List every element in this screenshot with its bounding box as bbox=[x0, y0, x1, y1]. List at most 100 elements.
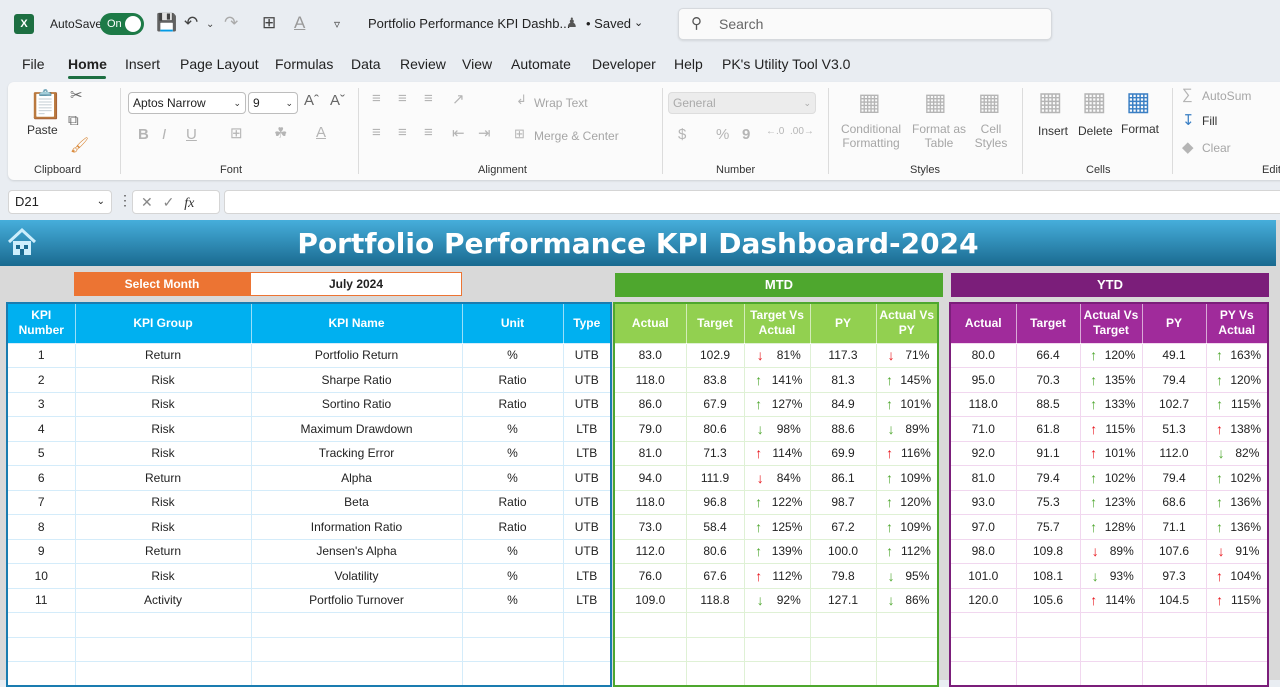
empty-cell bbox=[613, 612, 687, 638]
percent-value: 92% bbox=[776, 593, 801, 608]
currency-button[interactable]: $ bbox=[678, 126, 686, 143]
month-selector[interactable]: July 2024 bbox=[250, 272, 462, 296]
increase-indent-icon[interactable]: ⇥ bbox=[478, 124, 491, 142]
cut-icon[interactable]: ✂ bbox=[70, 86, 83, 104]
menu-tab-automate[interactable]: Automate bbox=[511, 56, 571, 72]
enter-icon[interactable]: ✓ bbox=[163, 194, 175, 210]
menu-tab-formulas[interactable]: Formulas bbox=[275, 56, 333, 72]
customize-qat-icon[interactable]: ▿ bbox=[334, 17, 340, 31]
redo-icon[interactable]: ↷ bbox=[224, 13, 238, 33]
undo-dropdown-icon[interactable]: ⌄ bbox=[206, 19, 214, 30]
menu-tab-insert[interactable]: Insert bbox=[125, 56, 160, 72]
empty-cell bbox=[74, 661, 252, 687]
autosave-toggle[interactable]: On bbox=[100, 13, 144, 35]
insert-button[interactable]: Insert bbox=[1038, 124, 1068, 138]
more-options-icon[interactable]: ⋮ bbox=[118, 192, 132, 209]
pct-cell: ↓ 89% bbox=[877, 421, 938, 437]
format-button[interactable]: Format bbox=[1121, 122, 1159, 136]
saved-chevron-icon[interactable]: ⌄ bbox=[634, 16, 643, 29]
borders-icon[interactable]: ⊞ bbox=[262, 13, 276, 33]
font-size-select[interactable]: 9 ⌄ bbox=[248, 92, 298, 114]
cell-styles-button[interactable]: Cell Styles bbox=[968, 122, 1014, 150]
table-row: 11 Activity Portfolio Turnover% LTB bbox=[6, 587, 612, 613]
align-center-icon[interactable]: ≡ bbox=[398, 124, 407, 141]
orientation-icon[interactable]: ↗ bbox=[452, 90, 465, 108]
pct-cell: ↑ 120% bbox=[877, 494, 938, 510]
percent-value: 109% bbox=[900, 519, 932, 534]
save-icon[interactable]: 💾 bbox=[156, 13, 177, 33]
borders-icon[interactable]: ⊞ bbox=[230, 124, 243, 142]
decrease-decimal-icon[interactable]: .00→ bbox=[790, 126, 814, 137]
format-as-table-button[interactable]: Format as Table bbox=[908, 122, 970, 150]
label-line-2: Table bbox=[924, 136, 954, 150]
arrow-down-icon: ↓ bbox=[756, 592, 764, 609]
increase-font-icon[interactable]: Aˆ bbox=[304, 92, 319, 109]
name-box[interactable]: D21 ⌄ bbox=[8, 190, 112, 214]
paste-icon[interactable]: 📋 bbox=[28, 88, 63, 121]
insert-function-button[interactable]: fx bbox=[184, 196, 194, 211]
menu-tab-home[interactable]: Home bbox=[68, 56, 107, 72]
decrease-indent-icon[interactable]: ⇤ bbox=[452, 124, 465, 142]
arrow-up-icon: ↑ bbox=[885, 371, 893, 388]
percent-value: 104% bbox=[1230, 568, 1262, 583]
arrow-down-icon: ↓ bbox=[887, 347, 895, 364]
empty-cell bbox=[74, 636, 252, 662]
menu-tab-pk-s-utility-tool-v3-0[interactable]: PK's Utility Tool V3.0 bbox=[722, 56, 850, 72]
clear-button[interactable]: Clear bbox=[1202, 141, 1231, 155]
arrow-up-icon: ↑ bbox=[1090, 469, 1098, 486]
percent-button[interactable]: % bbox=[716, 126, 729, 143]
saved-status[interactable]: • Saved bbox=[586, 16, 631, 31]
fill-button[interactable]: Fill bbox=[1202, 114, 1217, 128]
empty-cell bbox=[562, 612, 612, 638]
autosum-button[interactable]: AutoSum bbox=[1202, 89, 1251, 103]
menu-tab-review[interactable]: Review bbox=[400, 56, 446, 72]
italic-button[interactable]: I bbox=[162, 126, 166, 143]
menu-tab-file[interactable]: File bbox=[22, 56, 45, 72]
menu-tab-view[interactable]: View bbox=[462, 56, 492, 72]
menu-tab-developer[interactable]: Developer bbox=[592, 56, 656, 72]
cell-styles-icon: ▦ bbox=[978, 89, 1001, 116]
ribbon: 📋 Paste ✂ ⧉ 🖌 Clipboard Aptos Narrow ⌄ 9 ⌄… bbox=[8, 82, 1280, 180]
comma-button[interactable]: 9 bbox=[742, 126, 750, 143]
ytd-py-vs-actual: ↑ 115% bbox=[1205, 587, 1269, 613]
font-color-icon[interactable]: A bbox=[294, 13, 305, 33]
underline-button[interactable]: U bbox=[186, 126, 197, 143]
kpi-type: UTB bbox=[562, 538, 612, 564]
search-box[interactable]: ⚲ Search bbox=[678, 8, 1052, 40]
align-right-icon[interactable]: ≡ bbox=[424, 124, 433, 141]
merge-center-button[interactable]: Merge & Center bbox=[534, 129, 619, 143]
copy-icon[interactable]: ⧉ bbox=[68, 112, 79, 129]
paste-button[interactable]: Paste bbox=[27, 123, 58, 137]
share-people-icon[interactable]: ♟ bbox=[566, 15, 578, 31]
align-left-icon[interactable]: ≡ bbox=[372, 124, 381, 141]
delete-button[interactable]: Delete bbox=[1078, 124, 1113, 138]
number-format-select[interactable]: General ⌄ bbox=[668, 92, 816, 114]
cancel-icon[interactable]: ✕ bbox=[141, 194, 153, 210]
fill-color-icon[interactable]: ☘ bbox=[274, 124, 287, 142]
conditional-formatting-button[interactable]: Conditional Formatting bbox=[838, 122, 904, 150]
empty-cell bbox=[1015, 661, 1081, 687]
undo-icon[interactable]: ↶ bbox=[184, 13, 198, 33]
font-color-icon[interactable]: A bbox=[316, 124, 326, 141]
decrease-font-icon[interactable]: Aˇ bbox=[330, 92, 345, 109]
formula-input[interactable] bbox=[224, 190, 1280, 214]
ytd-py: 102.7 bbox=[1141, 391, 1207, 417]
align-middle-icon[interactable]: ≡ bbox=[398, 90, 407, 107]
font-family-select[interactable]: Aptos Narrow ⌄ bbox=[128, 92, 246, 114]
format-painter-icon[interactable]: 🖌 bbox=[70, 136, 89, 154]
kpi-type: UTB bbox=[562, 514, 612, 540]
menu-tab-page-layout[interactable]: Page Layout bbox=[180, 56, 259, 72]
mtd-header: MTD bbox=[615, 273, 943, 297]
kpi-number: 9 bbox=[6, 538, 76, 564]
document-title[interactable]: Portfolio Performance KPI Dashb... bbox=[368, 16, 570, 31]
ytd-actual-vs-target: ↑ 120% bbox=[1079, 342, 1143, 368]
bold-button[interactable]: B bbox=[138, 126, 149, 143]
menu-tab-help[interactable]: Help bbox=[674, 56, 703, 72]
fill-icon: ↧ bbox=[1182, 112, 1195, 129]
ytd-col-header: Actual bbox=[950, 303, 1017, 343]
increase-decimal-icon[interactable]: ←.0 bbox=[766, 126, 784, 137]
menu-tab-data[interactable]: Data bbox=[351, 56, 381, 72]
align-bottom-icon[interactable]: ≡ bbox=[424, 90, 433, 107]
wrap-text-button[interactable]: Wrap Text bbox=[534, 96, 588, 110]
align-top-icon[interactable]: ≡ bbox=[372, 90, 381, 107]
